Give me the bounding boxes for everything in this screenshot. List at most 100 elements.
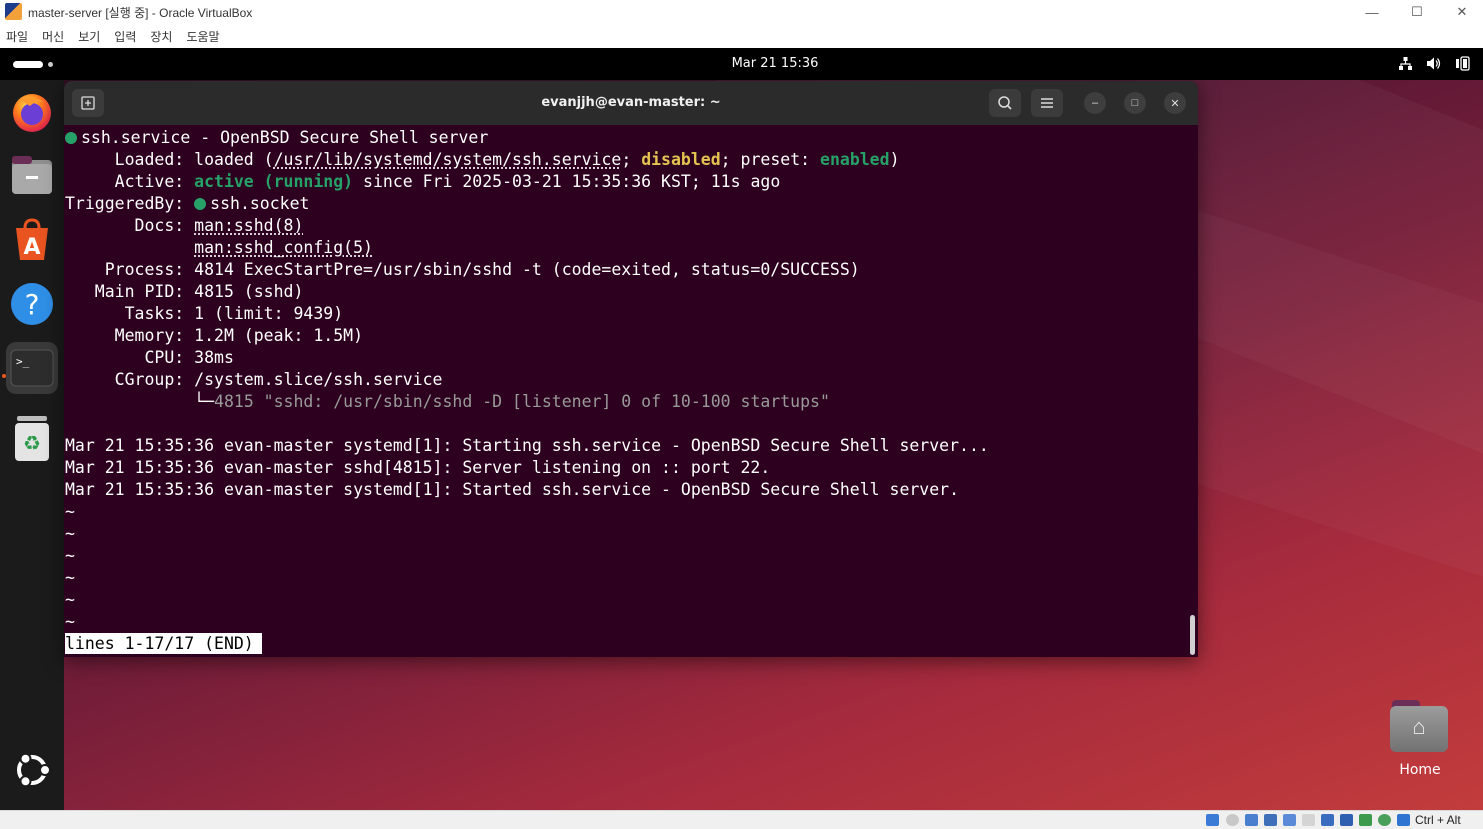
unit-path-link[interactable]: /usr/lib/systemd/system/ssh.service: [274, 150, 622, 169]
show-apps-button[interactable]: [6, 744, 58, 796]
files-icon: [10, 154, 54, 198]
text: TriggeredBy:: [65, 194, 194, 213]
active-state: active (running): [194, 172, 353, 191]
host-key-label: Ctrl + Alt: [1415, 813, 1461, 827]
window-title: master-server [실행 중] - Oracle VirtualBox: [28, 4, 252, 21]
gnome-top-bar: Mar 21 15:36: [0, 48, 1483, 80]
empty-line-marker: ~: [65, 567, 1185, 589]
firefox-icon: [10, 90, 54, 134]
vbox-menubar: 파일 머신 보기 입력 장치 도움말: [0, 24, 1483, 48]
svg-text:?: ?: [25, 288, 40, 321]
audio-icon[interactable]: [1245, 814, 1258, 826]
running-indicator: [2, 374, 6, 378]
docs-link[interactable]: man:sshd_config(5): [194, 238, 373, 257]
output-line: ssh.service - OpenBSD Secure Shell serve…: [65, 127, 1185, 149]
close-button[interactable]: ✕: [1439, 0, 1483, 24]
guest-additions-icon[interactable]: [1378, 814, 1391, 826]
text: [65, 238, 194, 257]
app-center-icon: A: [10, 218, 54, 262]
output-line: Loaded: loaded (/usr/lib/systemd/system/…: [65, 149, 1185, 171]
menu-input[interactable]: 입력: [108, 28, 142, 45]
recording-icon[interactable]: [1340, 814, 1353, 826]
output-line: Docs: man:sshd(8): [65, 215, 1185, 237]
mouse-integration-icon[interactable]: [1397, 814, 1410, 826]
network-icon[interactable]: [1398, 56, 1413, 71]
shared-folders-icon[interactable]: [1302, 814, 1315, 826]
text: ; preset:: [721, 150, 820, 169]
terminal-title: evanjjh@evan-master: ~: [64, 95, 1198, 110]
output-line: └─4815 "sshd: /usr/sbin/sshd -D [listene…: [65, 391, 1185, 413]
power-icon[interactable]: [1455, 56, 1471, 71]
vbox-titlebar: master-server [실행 중] - Oracle VirtualBox…: [0, 0, 1483, 24]
ubuntu-dock: A ? >_ ♻: [0, 80, 64, 810]
menu-help[interactable]: 도움말: [180, 28, 225, 45]
usb-icon[interactable]: [1283, 814, 1296, 826]
text: ): [890, 150, 900, 169]
output-line: Tasks: 1 (limit: 9439): [65, 303, 1185, 325]
text: └─: [65, 392, 214, 411]
virtualbox-icon: [5, 3, 22, 20]
menu-devices[interactable]: 장치: [144, 28, 178, 45]
maximize-button[interactable]: ☐: [1394, 0, 1440, 24]
output-line: Main PID: 4815 (sshd): [65, 281, 1185, 303]
terminal-window[interactable]: evanjjh@evan-master: ~ – □ ✕ ssh.service…: [64, 81, 1198, 657]
log-line: Mar 21 15:35:36 evan-master systemd[1]: …: [65, 479, 1185, 501]
menu-button[interactable]: [1031, 89, 1063, 117]
text: Docs:: [65, 216, 194, 235]
display-icon[interactable]: [1321, 814, 1334, 826]
minimize-button[interactable]: —: [1349, 0, 1395, 24]
hard-disk-icon[interactable]: [1206, 814, 1219, 826]
svg-text:>_: >_: [16, 355, 30, 368]
dock-files[interactable]: [6, 150, 58, 202]
output-line: [65, 413, 1185, 435]
dock-app-center[interactable]: A: [6, 214, 58, 266]
home-label[interactable]: Home: [1380, 762, 1460, 778]
docs-link[interactable]: man:sshd(8): [194, 216, 303, 235]
terminal-headerbar[interactable]: evanjjh@evan-master: ~ – □ ✕: [64, 81, 1198, 125]
volume-icon[interactable]: [1426, 56, 1441, 71]
terminal-output[interactable]: ssh.service - OpenBSD Secure Shell serve…: [65, 127, 1185, 657]
status-dot-icon: [65, 132, 77, 144]
network-adapter-icon[interactable]: [1264, 814, 1277, 826]
terminal-minimize-button[interactable]: –: [1084, 92, 1106, 114]
pager-status-line: lines 1-17/17 (END): [65, 633, 1185, 655]
terminal-scrollbar[interactable]: [1190, 615, 1195, 655]
output-line: CPU: 38ms: [65, 347, 1185, 369]
optical-drive-icon[interactable]: [1226, 814, 1239, 826]
svg-text:♻: ♻: [23, 431, 41, 455]
output-line: Active: active (running) since Fri 2025-…: [65, 171, 1185, 193]
output-line: Process: 4814 ExecStartPre=/usr/sbin/ssh…: [65, 259, 1185, 281]
menu-machine[interactable]: 머신: [36, 28, 70, 45]
dock-trash[interactable]: ♻: [6, 412, 58, 464]
empty-line-marker: ~: [65, 545, 1185, 567]
empty-line-marker: ~: [65, 589, 1185, 611]
log-line: Mar 21 15:35:36 evan-master sshd[4815]: …: [65, 457, 1185, 479]
terminal-close-button[interactable]: ✕: [1164, 92, 1186, 114]
terminal-icon: >_: [10, 346, 54, 390]
output-line: Memory: 1.2M (peak: 1.5M): [65, 325, 1185, 347]
process-entry: 4815 "sshd: /usr/sbin/sshd -D [listener]…: [214, 392, 830, 411]
log-line: Mar 21 15:35:36 evan-master systemd[1]: …: [65, 435, 1185, 457]
socket-name: ssh.socket: [210, 194, 309, 213]
ubuntu-logo-icon: [12, 750, 52, 790]
clock[interactable]: Mar 21 15:36: [0, 56, 1483, 71]
svg-text:A: A: [23, 235, 40, 260]
vbox-statusbar: Ctrl + Alt: [0, 810, 1483, 829]
cpu-icon[interactable]: [1359, 814, 1372, 826]
menu-view[interactable]: 보기: [72, 28, 106, 45]
menu-file[interactable]: 파일: [0, 28, 34, 45]
dock-terminal[interactable]: >_: [6, 342, 58, 394]
output-line: man:sshd_config(5): [65, 237, 1185, 259]
empty-line-marker: ~: [65, 611, 1185, 633]
service-name: ssh.service - OpenBSD Secure Shell serve…: [81, 128, 488, 147]
search-button[interactable]: [989, 89, 1021, 117]
output-line: CGroup: /system.slice/ssh.service: [65, 369, 1185, 391]
dock-help[interactable]: ?: [6, 278, 58, 330]
guest-screen: Mar 21 15:36 A ? >_ ♻ evanjjh@evan-maste…: [0, 48, 1483, 810]
output-line: TriggeredBy: ssh.socket: [65, 193, 1185, 215]
dock-firefox[interactable]: [6, 86, 58, 138]
status-dot-icon: [194, 198, 206, 210]
text: Active:: [65, 172, 194, 191]
terminal-maximize-button[interactable]: □: [1124, 92, 1146, 114]
enabled-state: enabled: [820, 150, 890, 169]
